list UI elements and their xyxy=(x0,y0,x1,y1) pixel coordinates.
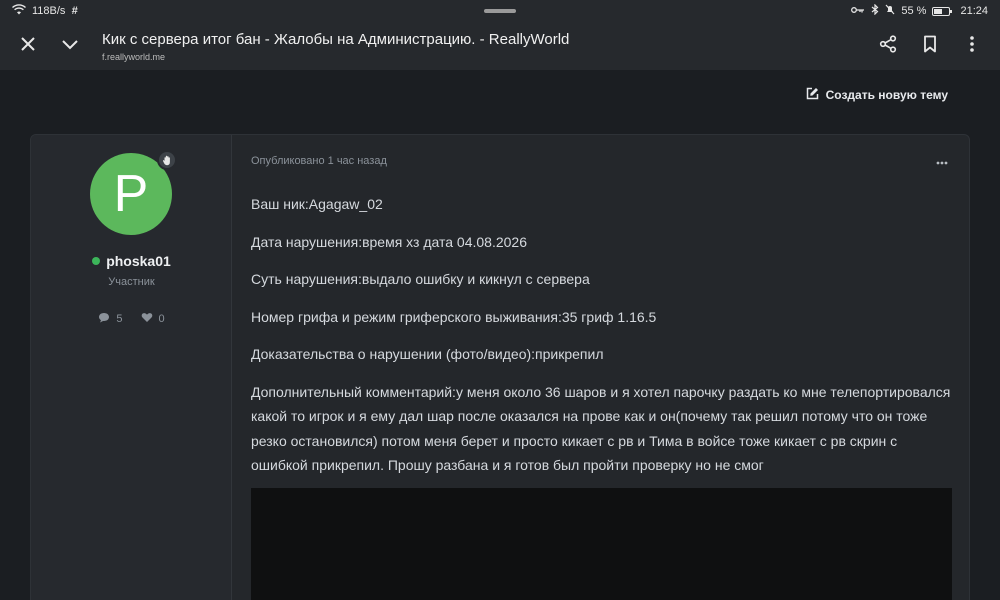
username[interactable]: phoska01 xyxy=(106,253,171,269)
hashtag-notification-icon: # xyxy=(71,5,78,17)
post-line-violation-essence: Суть нарушения:выдало ошибку и кикнул с … xyxy=(251,271,590,287)
heart-icon xyxy=(141,312,153,326)
page-url: f.reallyworld.me xyxy=(102,51,166,62)
wifi-icon xyxy=(12,4,26,18)
battery-icon xyxy=(932,6,953,16)
share-icon xyxy=(879,34,897,58)
user-role: Участник xyxy=(108,276,155,288)
browser-toolbar: Кик с сервера итог бан - Жалобы на Админ… xyxy=(0,22,1000,70)
comment-icon xyxy=(98,312,110,326)
likes-stat[interactable]: 0 xyxy=(141,312,165,326)
more-options-button[interactable] xyxy=(952,26,992,66)
create-new-topic-button[interactable]: Создать новую тему xyxy=(806,87,948,103)
mute-icon xyxy=(885,4,895,18)
post-options-button[interactable] xyxy=(928,151,956,171)
post-line-violation-date: Дата нарушения:время хз дата 04.08.2026 xyxy=(251,233,527,250)
bookmark-button[interactable] xyxy=(910,26,950,66)
post-line-nickname: Ваш ник:Agagaw_02 xyxy=(251,196,383,212)
post-body: Опубликовано 1 час назад Ваш ник:Agagaw_… xyxy=(251,135,952,600)
messages-count: 5 xyxy=(116,313,123,325)
post-line-server-mode: Номер грифа и режим гриферского выживани… xyxy=(251,308,657,325)
chevron-down-icon xyxy=(61,37,79,55)
messages-stat[interactable]: 5 xyxy=(98,312,123,326)
drag-handle[interactable] xyxy=(484,9,516,13)
battery-percent: 55 % xyxy=(901,5,927,17)
network-speed: 118B/s xyxy=(32,5,66,17)
hand-badge-icon xyxy=(157,150,177,170)
forum-post: P phoska01 Участник 5 0 Опубликовано 1 ч… xyxy=(30,134,970,600)
post-author-panel: P phoska01 Участник 5 0 xyxy=(31,135,232,600)
close-icon xyxy=(20,36,36,57)
more-vert-icon xyxy=(970,35,974,57)
post-line-comment: Дополнительный комментарий:у меня около … xyxy=(251,383,951,474)
bookmark-icon xyxy=(923,35,937,58)
post-content: Ваш ник:Agagaw_02 Дата нарушения:время х… xyxy=(251,192,951,491)
forum-page: Создать новую тему P phoska01 Участник 5 xyxy=(0,70,1000,600)
page-info: Кик с сервера итог бан - Жалобы на Админ… xyxy=(102,31,569,62)
close-button[interactable] xyxy=(8,26,48,66)
minimize-button[interactable] xyxy=(50,26,90,66)
create-new-topic-label: Создать новую тему xyxy=(825,88,948,102)
clock: 21:24 xyxy=(960,5,988,17)
more-horiz-icon xyxy=(936,152,948,170)
post-date[interactable]: Опубликовано 1 час назад xyxy=(251,155,387,167)
likes-count: 0 xyxy=(158,313,165,325)
attached-screenshot[interactable] xyxy=(251,488,952,600)
key-icon xyxy=(851,5,865,17)
user-stats: 5 0 xyxy=(31,312,232,326)
share-button[interactable] xyxy=(868,26,908,66)
page-title: Кик с сервера итог бан - Жалобы на Админ… xyxy=(102,30,570,48)
bluetooth-icon xyxy=(871,3,879,18)
post-line-evidence: Доказательства о нарушении (фото/видео):… xyxy=(251,346,604,362)
edit-icon xyxy=(806,87,819,103)
online-status-indicator xyxy=(92,257,101,265)
